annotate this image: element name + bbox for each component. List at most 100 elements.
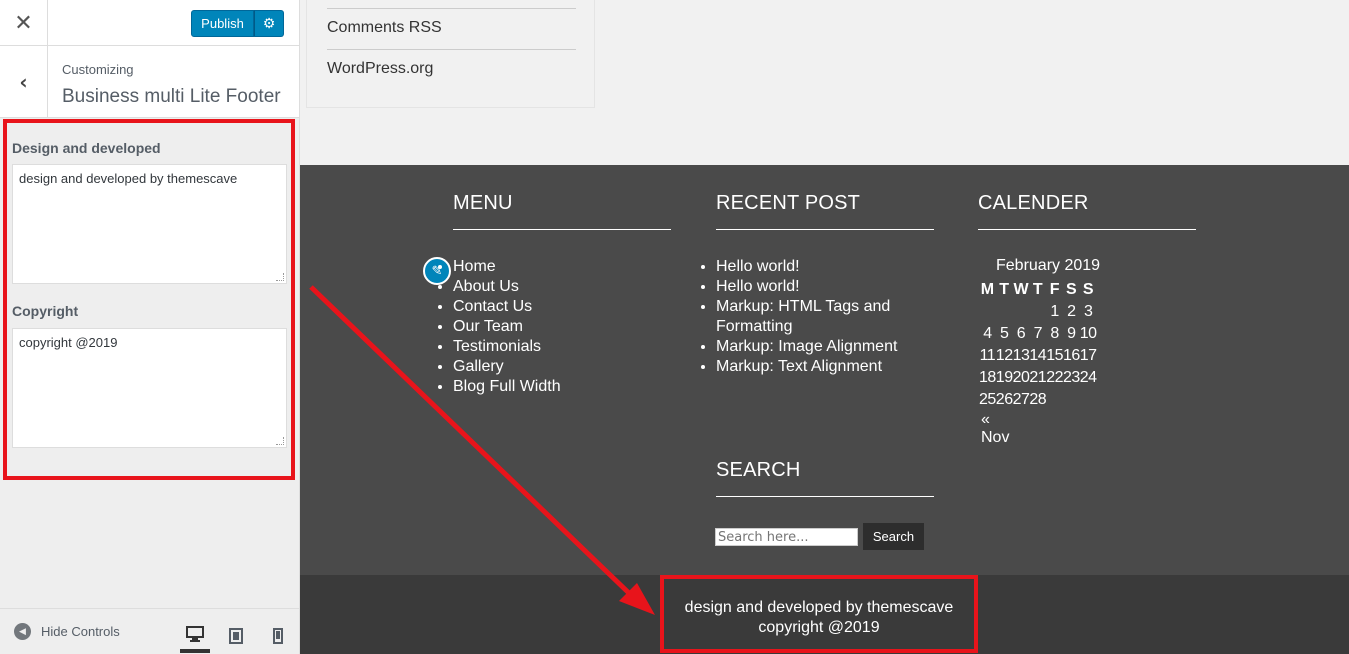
meta-divider	[327, 49, 576, 50]
site-preview: Comments RSS WordPress.org MENU ✎ Home A…	[300, 0, 1349, 654]
recent-post-item[interactable]: Markup: HTML Tags and Formatting	[716, 297, 916, 337]
mobile-preview-button[interactable]	[263, 619, 293, 653]
publish-button[interactable]: Publish	[191, 10, 254, 37]
desktop-icon	[186, 626, 204, 642]
calendar-day: 2	[1067, 303, 1076, 320]
calendar-day: 9	[1067, 325, 1076, 342]
tablet-preview-button[interactable]	[221, 619, 251, 653]
calendar-day	[1029, 301, 1046, 323]
calendar-day: 3	[1083, 303, 1093, 320]
weekday-header: T	[1032, 281, 1043, 298]
customizer-footer: ◀ Hide Controls	[0, 608, 299, 654]
comments-rss-link[interactable]: Comments RSS	[327, 19, 576, 37]
weekday-header: T	[999, 281, 1010, 298]
credit-highlight-box: design and developed by themescave copyr…	[660, 575, 978, 653]
calendar-day	[996, 301, 1013, 323]
meta-divider	[327, 8, 576, 9]
calendar-day: 13	[1012, 347, 1030, 364]
recent-post-item[interactable]: Hello world!	[716, 257, 916, 277]
recent-post-rule	[716, 229, 934, 230]
menu-item-gallery[interactable]: Gallery	[453, 357, 561, 377]
calendar-week: 25 26 27 28	[979, 389, 1097, 411]
footer-credit-bar: design and developed by themescave copyr…	[300, 575, 1349, 654]
calendar-day: 1	[1050, 303, 1059, 320]
calendar-day: 8	[1050, 325, 1059, 342]
customizing-label: Customizing	[62, 62, 134, 77]
close-icon: ✕	[14, 10, 33, 36]
calendar-day: 20	[1012, 369, 1030, 386]
menu-list: Home About Us Contact Us Our Team Testim…	[453, 257, 561, 397]
weekday-header: S	[1082, 281, 1094, 298]
calendar-day: 4	[983, 325, 992, 342]
search-input[interactable]	[715, 528, 858, 546]
menu-widget-title: MENU	[453, 192, 513, 214]
calendar-day: 24	[1079, 369, 1097, 386]
recent-post-item[interactable]: Hello world!	[716, 277, 916, 297]
calendar-week: 18 19 20 21 22 23 24	[979, 367, 1097, 389]
calendar-week: 4 5 6 7 8 9 10	[979, 323, 1097, 345]
hide-controls-button[interactable]: ◀ Hide Controls	[14, 623, 120, 640]
calendar-day	[1063, 389, 1080, 411]
footer-widgets: MENU ✎ Home About Us Contact Us Our Team…	[300, 165, 1349, 575]
menu-item-contact[interactable]: Contact Us	[453, 297, 561, 317]
menu-title-rule	[453, 229, 671, 230]
calendar-day: 10	[1079, 325, 1097, 342]
menu-item-testimonials[interactable]: Testimonials	[453, 337, 561, 357]
calendar-day: 21	[1029, 369, 1047, 386]
calendar-day: 14	[1029, 347, 1047, 364]
publish-group: Publish ⚙	[191, 10, 284, 37]
calendar-week: 123	[979, 301, 1097, 323]
weekday-header: S	[1066, 281, 1077, 298]
recent-post-item[interactable]: Markup: Image Alignment	[716, 337, 916, 357]
hide-controls-label: Hide Controls	[41, 624, 120, 639]
customizer-header: ✕ Publish ⚙	[0, 0, 299, 46]
calendar-day	[1013, 301, 1030, 323]
fields-highlight-box	[3, 119, 295, 480]
calendar-prev-link[interactable]: « Nov	[981, 411, 1009, 447]
close-customizer-button[interactable]: ✕	[0, 0, 48, 46]
menu-item-about[interactable]: About Us	[453, 277, 561, 297]
chevron-left-icon: ‹	[19, 70, 28, 94]
search-button[interactable]: Search	[863, 523, 924, 550]
credit-design-text: design and developed by themescave	[684, 599, 954, 616]
wordpress-org-link[interactable]: WordPress.org	[327, 60, 576, 78]
back-button[interactable]: ‹	[0, 46, 48, 118]
desktop-preview-button[interactable]	[180, 619, 210, 653]
mobile-icon	[273, 628, 283, 644]
search-widget-title: SEARCH	[716, 459, 801, 481]
calendar-day: 12	[995, 347, 1013, 364]
calendar-day	[979, 301, 996, 323]
calendar-day: 27	[1012, 391, 1030, 408]
calendar-day: 11	[979, 347, 996, 364]
meta-widget: Comments RSS WordPress.org	[306, 0, 595, 108]
menu-item-blog[interactable]: Blog Full Width	[453, 377, 561, 397]
section-header: ‹ Customizing Business multi Lite Footer	[0, 46, 299, 118]
calendar-caption: February 2019	[996, 257, 1101, 274]
calendar-table: M T W T F S S 123 4 5 6 7 8 9 10 11 12 1…	[979, 279, 1097, 411]
calendar-day: 5	[999, 325, 1009, 342]
weekday-header: W	[1013, 281, 1029, 298]
calendar-day: 26	[995, 391, 1013, 408]
tablet-icon	[229, 628, 243, 644]
customizer-sidebar: ✕ Publish ⚙ ‹ Customizing Business multi…	[0, 0, 300, 654]
menu-item-home[interactable]: Home	[453, 257, 561, 277]
weekday-header: M	[980, 281, 995, 298]
calendar-widget-title: CALENDER	[978, 192, 1089, 214]
recent-post-item[interactable]: Markup: Text Alignment	[716, 357, 916, 377]
calendar-day: 22	[1046, 369, 1063, 386]
calendar-day: 17	[1079, 347, 1097, 364]
calendar-day: 18	[979, 369, 996, 386]
publish-settings-button[interactable]: ⚙	[254, 10, 284, 37]
calendar-day: 19	[995, 369, 1013, 386]
calendar-day	[1046, 389, 1063, 411]
recent-post-title: RECENT POST	[716, 192, 861, 214]
weekday-header: F	[1049, 281, 1060, 298]
calendar-day: 7	[1033, 325, 1043, 342]
collapse-icon: ◀	[14, 623, 31, 640]
calendar-day: 6	[1016, 325, 1026, 342]
menu-item-team[interactable]: Our Team	[453, 317, 561, 337]
calendar-week: 11 12 13 14 15 16 17	[979, 345, 1097, 367]
gear-icon: ⚙	[262, 15, 276, 32]
calendar-weekday-row: M T W T F S S	[979, 279, 1097, 301]
calendar-day: 16	[1062, 347, 1080, 364]
